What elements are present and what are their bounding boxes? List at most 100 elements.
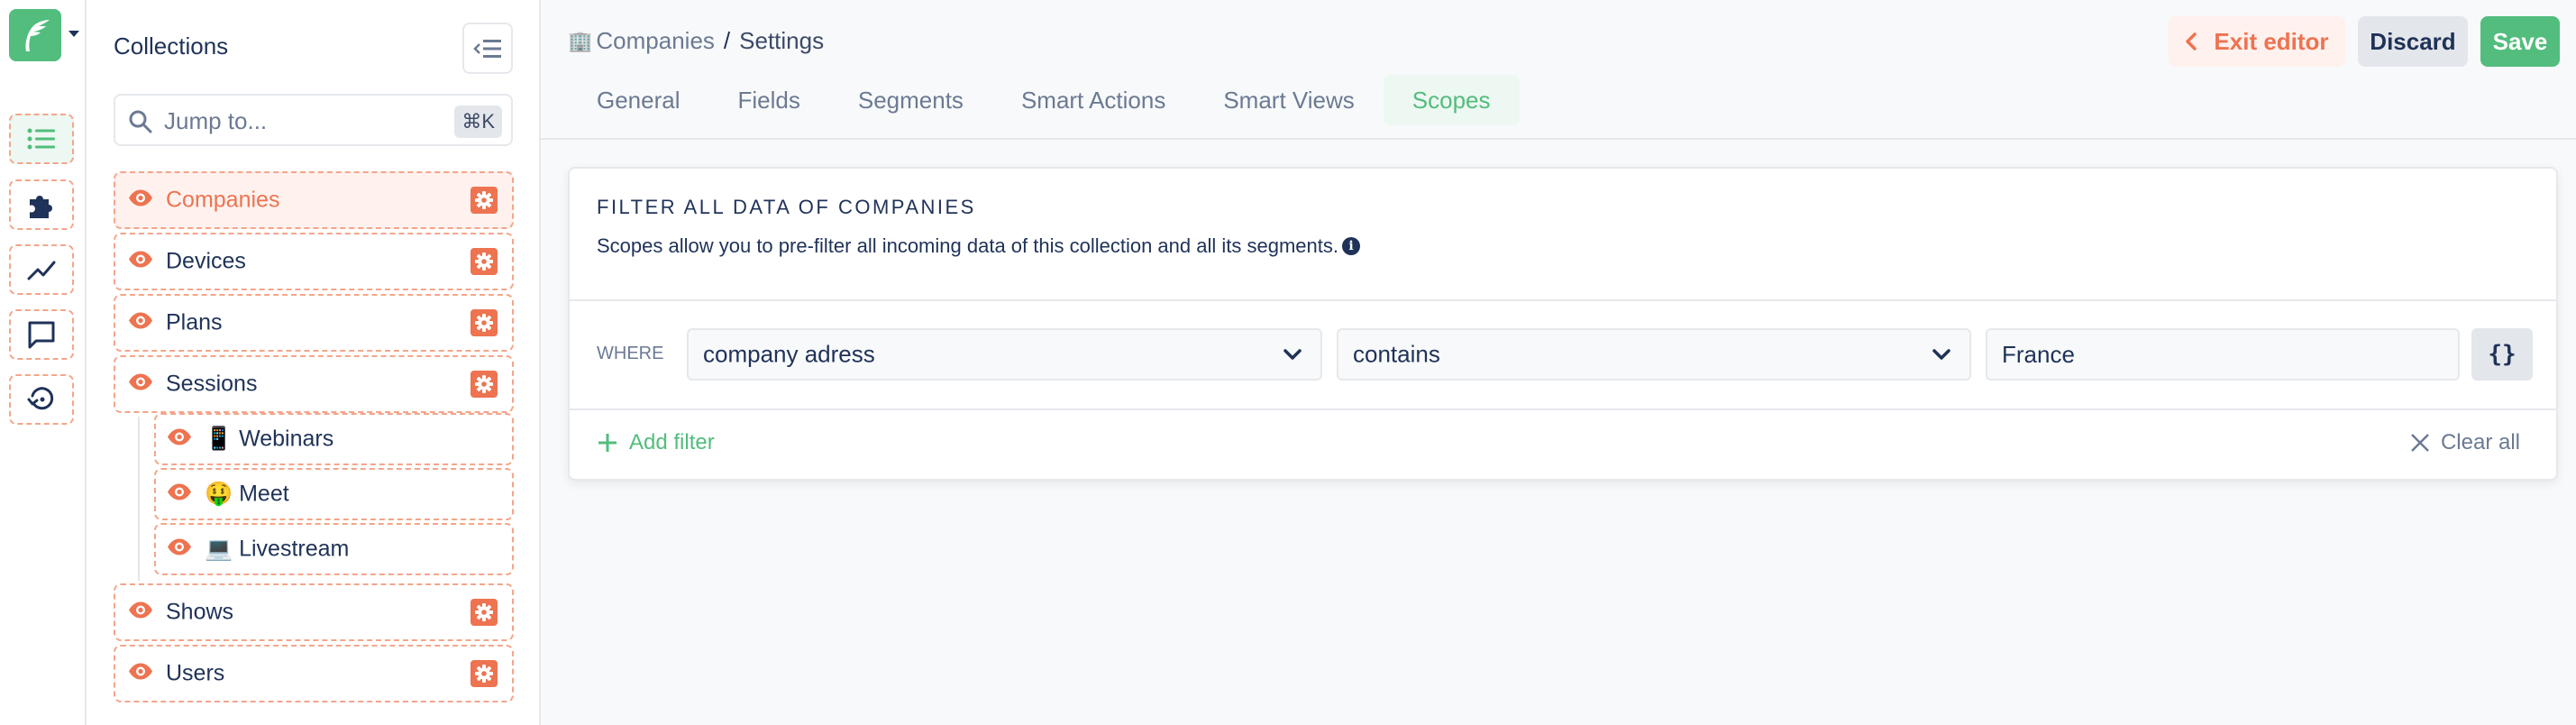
panel-title: Collections [114,32,229,60]
eye-icon[interactable] [128,251,153,272]
tree-connector [138,417,140,581]
collection-label: Devices [166,248,246,274]
collection-item-sessions[interactable]: Sessions [114,355,514,413]
breadcrumb-separator: / [723,27,731,54]
search-shortcut-badge: ⌘K [454,106,502,138]
breadcrumb-parent[interactable]: Companies [596,27,715,55]
settings-tabs: General Fields Segments Smart Actions Sm… [568,75,1520,125]
field-select[interactable]: company adress [687,328,1322,381]
segment-label-text: Webinars [239,426,334,452]
info-icon[interactable]: i [1341,237,1360,255]
eye-icon[interactable] [167,483,192,505]
segment-emoji-icon: 🤑 [205,481,233,507]
collection-item-devices[interactable]: Devices [114,233,514,290]
exit-editor-label: Exit editor [2214,27,2329,55]
scopes-card: FILTER ALL DATA OF COMPANIES Scopes allo… [568,167,2558,481]
eye-icon[interactable] [128,373,153,395]
save-button[interactable]: Save [2480,16,2560,67]
filter-value-input[interactable] [1986,328,2460,381]
forest-logo-icon [25,20,50,51]
collection-label: Plans [166,309,223,335]
add-filter-label: Add filter [629,430,715,454]
gear-icon[interactable] [470,371,498,398]
tab-segments[interactable]: Segments [829,75,992,125]
page-header: 🏢 Companies / Settings General Fields Se… [541,0,2576,140]
rail-item-analytics[interactable] [9,244,74,295]
exit-editor-button[interactable]: Exit editor [2169,16,2345,67]
tab-scopes[interactable]: Scopes [1383,75,1520,125]
plus-icon [598,434,617,452]
search-input[interactable] [164,105,434,137]
field-select-value: company adress [703,340,875,368]
history-icon [27,387,54,410]
segment-emoji-icon: 📱 [205,426,233,452]
search-icon [129,110,152,133]
operator-select[interactable]: contains [1337,328,1971,381]
clear-all-label: Clear all [2440,430,2520,454]
dynamic-value-button[interactable]: {} [2471,328,2533,381]
breadcrumb-current: Settings [739,27,825,54]
eye-icon[interactable] [167,428,192,450]
collections-panel: Collections ⌘K Companies Devices Plans Sess… [87,0,541,725]
gear-icon[interactable] [470,187,498,214]
breadcrumb: 🏢 Companies / Settings [568,27,824,55]
collection-label: Sessions [166,371,258,397]
collection-item-shows[interactable]: Shows [114,583,514,641]
chevron-down-icon [1283,349,1302,360]
collection-label: Users [166,660,225,686]
collection-item-plans[interactable]: Plans [114,294,514,352]
segment-label-text: Meet [239,481,289,507]
gear-icon[interactable] [470,309,498,336]
eye-icon[interactable] [128,663,153,684]
chevron-left-icon [2186,32,2197,50]
collection-item-users[interactable]: Users [114,645,514,702]
tab-smart-actions[interactable]: Smart Actions [992,75,1194,125]
gear-icon[interactable] [470,248,498,275]
segment-label: 📱 Webinars [205,427,333,453]
segment-label-text: Livestream [239,536,350,562]
tab-smart-views[interactable]: Smart Views [1194,75,1383,125]
app-logo[interactable] [9,9,61,61]
close-icon [2411,434,2429,452]
segment-item-livestream[interactable]: 💻 Livestream [154,523,514,575]
collapse-sidebar-icon [473,39,501,58]
eye-icon[interactable] [167,538,192,560]
segment-item-webinars[interactable]: 📱 Webinars [154,413,514,465]
segment-item-meet[interactable]: 🤑 Meet [154,468,514,520]
scopes-description-text: Scopes allow you to pre-filter all incom… [597,234,1338,257]
operator-select-value: contains [1353,340,1440,368]
chevron-down-icon [1932,349,1950,360]
collection-label: Shows [166,599,234,625]
list-icon [27,128,55,150]
jump-to-search: ⌘K [114,94,513,146]
segment-label: 🤑 Meet [205,482,289,508]
puzzle-icon [30,196,52,218]
segment-label: 💻 Livestream [205,537,349,563]
building-icon: 🏢 [568,29,593,52]
where-label: WHERE [597,344,664,363]
eye-icon[interactable] [128,312,153,334]
gear-icon[interactable] [470,660,498,687]
app-rail [0,0,87,725]
clear-all-button[interactable]: Clear all [2410,425,2520,461]
collection-item-companies[interactable]: Companies [114,171,514,229]
chat-bubble-icon [28,321,55,349]
tab-fields[interactable]: Fields [709,75,829,125]
collection-label: Companies [166,187,280,213]
segment-emoji-icon: 💻 [205,536,233,562]
workspace-dropdown-caret-icon[interactable] [69,31,79,37]
add-filter-button[interactable]: Add filter [597,425,715,461]
rail-item-integrations[interactable] [9,179,74,230]
chart-line-icon [27,261,56,280]
discard-button[interactable]: Discard [2358,16,2468,67]
eye-icon[interactable] [128,601,153,623]
rail-item-inbox[interactable] [9,309,74,360]
rail-item-history[interactable] [9,374,74,425]
tab-general[interactable]: General [568,75,709,125]
gear-icon[interactable] [470,599,498,626]
divider [570,408,2556,410]
scopes-description: Scopes allow you to pre-filter all incom… [597,234,1360,258]
eye-icon[interactable] [128,189,153,211]
collapse-panel-button[interactable] [462,23,513,74]
rail-item-collections[interactable] [9,114,74,164]
